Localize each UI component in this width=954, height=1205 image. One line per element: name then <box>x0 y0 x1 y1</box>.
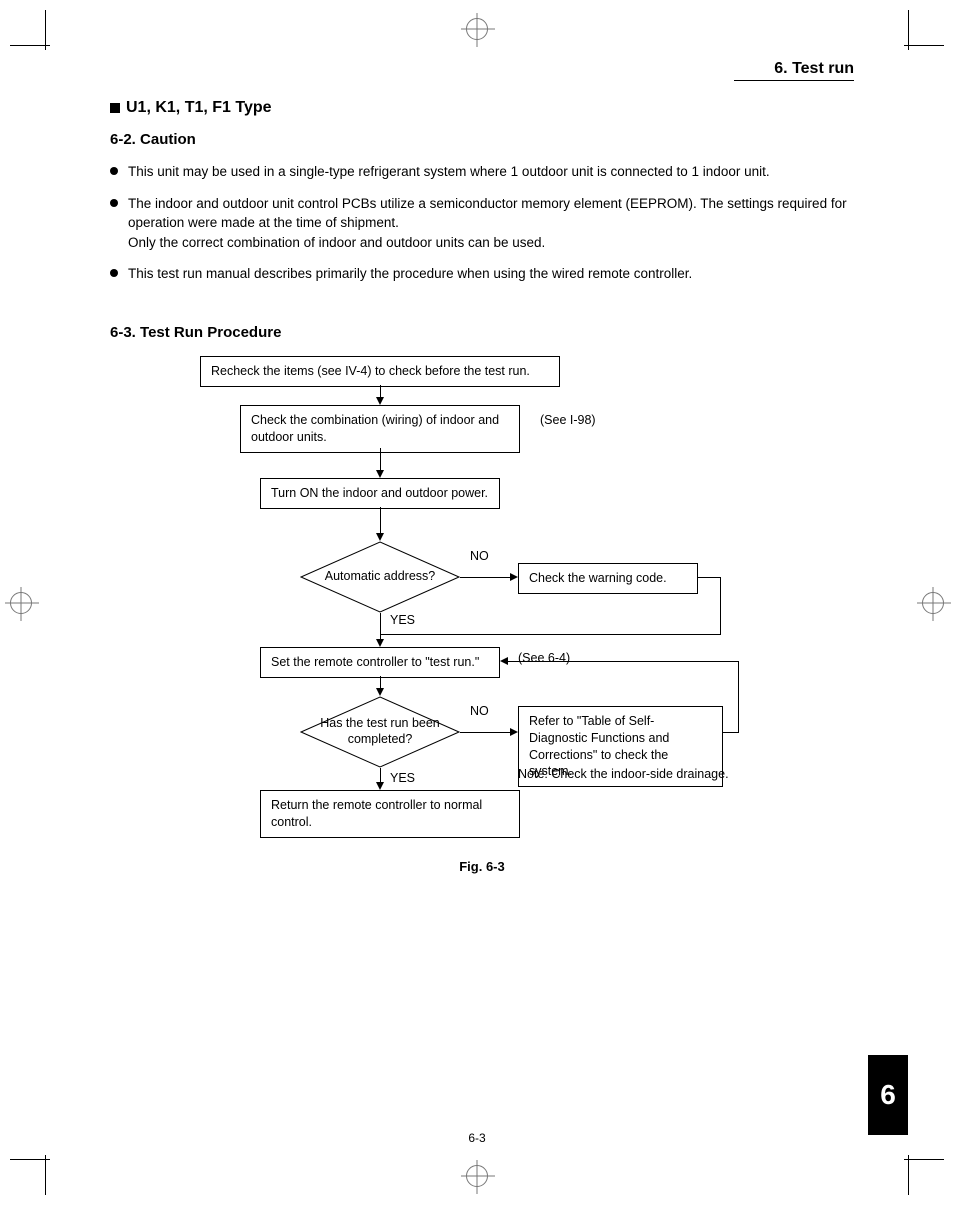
flow-side-warning-code: Check the warning code. <box>518 563 698 594</box>
crop-mark <box>908 1155 909 1195</box>
crop-mark <box>10 45 50 46</box>
flow-note: Note: Check the indoor-side drainage. <box>518 767 729 781</box>
bullet-text: This unit may be used in a single-type r… <box>128 162 770 182</box>
bullet-item: This test run manual describes primarily… <box>110 264 854 284</box>
crop-mark <box>904 45 944 46</box>
crop-mark <box>908 10 909 50</box>
arrow-right-icon <box>510 728 518 736</box>
flow-ref: (See I-98) <box>540 413 596 427</box>
crop-mark <box>904 1159 944 1160</box>
flow-arrow <box>380 613 381 641</box>
registration-mark <box>10 592 32 614</box>
bullet-text: The indoor and outdoor unit control PCBs… <box>128 194 854 253</box>
bullet-item: The indoor and outdoor unit control PCBs… <box>110 194 854 253</box>
flow-step-recheck: Recheck the items (see IV-4) to check be… <box>200 356 560 387</box>
registration-mark <box>922 592 944 614</box>
flow-arrow <box>380 634 721 635</box>
flow-step-return-normal: Return the remote controller to normal c… <box>260 790 520 838</box>
flow-arrow <box>380 507 381 535</box>
arrow-right-icon <box>510 573 518 581</box>
section-header: 6. Test run <box>734 60 854 81</box>
flow-arrow <box>723 732 738 733</box>
flow-arrow <box>698 577 720 578</box>
registration-mark <box>466 1165 488 1187</box>
type-heading: U1, K1, T1, F1 Type <box>110 99 854 117</box>
chapter-tab: 6 <box>868 1055 908 1135</box>
flow-ref: (See 6-4) <box>518 651 570 665</box>
arrow-down-icon <box>376 470 384 478</box>
arrow-down-icon <box>376 688 384 696</box>
flow-label-no: NO <box>470 549 489 563</box>
flow-step-combination: Check the combination (wiring) of indoor… <box>240 405 520 453</box>
flowchart: Recheck the items (see IV-4) to check be… <box>110 351 854 851</box>
arrow-left-icon <box>500 657 508 665</box>
flow-arrow <box>460 577 512 578</box>
bullet-dot-icon <box>110 167 118 175</box>
decision-text: Has the test run been completed? <box>300 696 460 768</box>
flow-arrow <box>508 661 738 662</box>
flow-label-no: NO <box>470 704 489 718</box>
flow-arrow <box>738 661 739 733</box>
flow-arrow <box>460 732 512 733</box>
flow-decision-auto-address: Automatic address? <box>300 541 460 613</box>
crop-mark <box>45 1155 46 1195</box>
bullet-dot-icon <box>110 199 118 207</box>
crop-mark <box>10 1159 50 1160</box>
procedure-heading: 6-3. Test Run Procedure <box>110 324 854 341</box>
decision-text: Automatic address? <box>300 541 460 613</box>
caution-heading: 6-2. Caution <box>110 131 854 148</box>
bullet-dot-icon <box>110 269 118 277</box>
bullet-item: This unit may be used in a single-type r… <box>110 162 854 182</box>
arrow-down-icon <box>376 533 384 541</box>
flow-decision-completed: Has the test run been completed? <box>300 696 460 768</box>
registration-mark <box>466 18 488 40</box>
square-bullet-icon <box>110 103 120 113</box>
arrow-down-icon <box>376 639 384 647</box>
flow-label-yes: YES <box>390 771 415 785</box>
page-number: 6-3 <box>0 1131 954 1145</box>
flow-step-power: Turn ON the indoor and outdoor power. <box>260 478 500 509</box>
arrow-down-icon <box>376 782 384 790</box>
flow-label-yes: YES <box>390 613 415 627</box>
figure-caption: Fig. 6-3 <box>110 859 854 874</box>
crop-mark <box>45 10 46 50</box>
bullet-text: This test run manual describes primarily… <box>128 264 692 284</box>
flow-arrow <box>720 577 721 634</box>
type-heading-text: U1, K1, T1, F1 Type <box>126 99 272 117</box>
arrow-down-icon <box>376 397 384 405</box>
flow-arrow <box>380 448 381 472</box>
flow-step-test-run: Set the remote controller to "test run." <box>260 647 500 678</box>
